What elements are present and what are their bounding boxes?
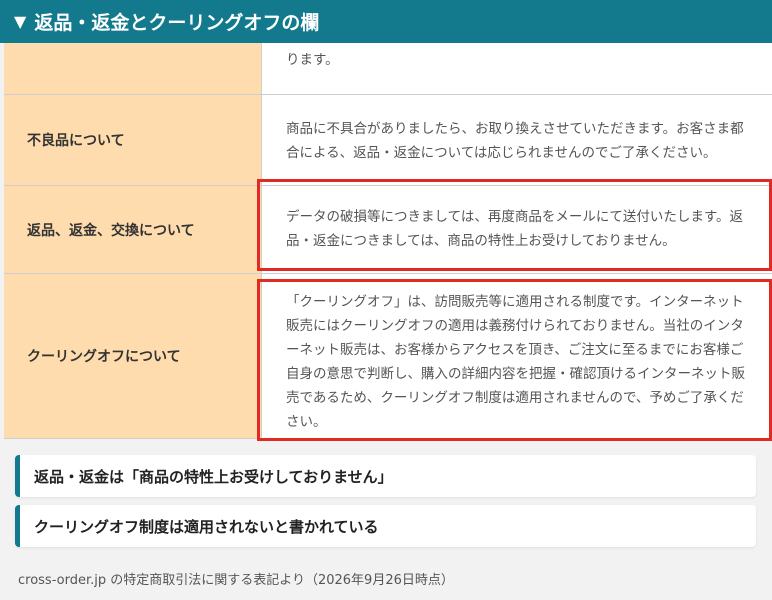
row-value: ります。 — [286, 52, 339, 68]
source-caption: cross-order.jp の特定商取引法に関する表記より（2026年9月26… — [18, 573, 454, 588]
highlight-box — [257, 179, 772, 271]
table-row: ります。 — [4, 43, 772, 95]
triangle-down-icon: ▼ — [14, 12, 27, 31]
summary-note: 返品・返金は「商品の特性上お受けしておりません」 — [15, 455, 756, 497]
highlight-box — [257, 279, 772, 441]
table-row: 不良品について 商品に不具合がありましたら、お取り換えさせていただきます。お客さ… — [4, 95, 772, 186]
row-label: 返品、返金、交換について — [4, 186, 262, 273]
row-value: 商品に不具合がありましたら、お取り換えさせていただきます。お客さま都合による、返… — [286, 121, 744, 161]
row-label — [4, 43, 262, 94]
row-label: 不良品について — [4, 95, 262, 185]
section-header[interactable]: ▼ 返品・返金とクーリングオフの欄 — [0, 0, 772, 43]
summary-note: クーリングオフ制度は適用されないと書かれている — [15, 505, 756, 547]
row-label: クーリングオフについて — [4, 274, 262, 438]
section-title: 返品・返金とクーリングオフの欄 — [34, 12, 320, 34]
